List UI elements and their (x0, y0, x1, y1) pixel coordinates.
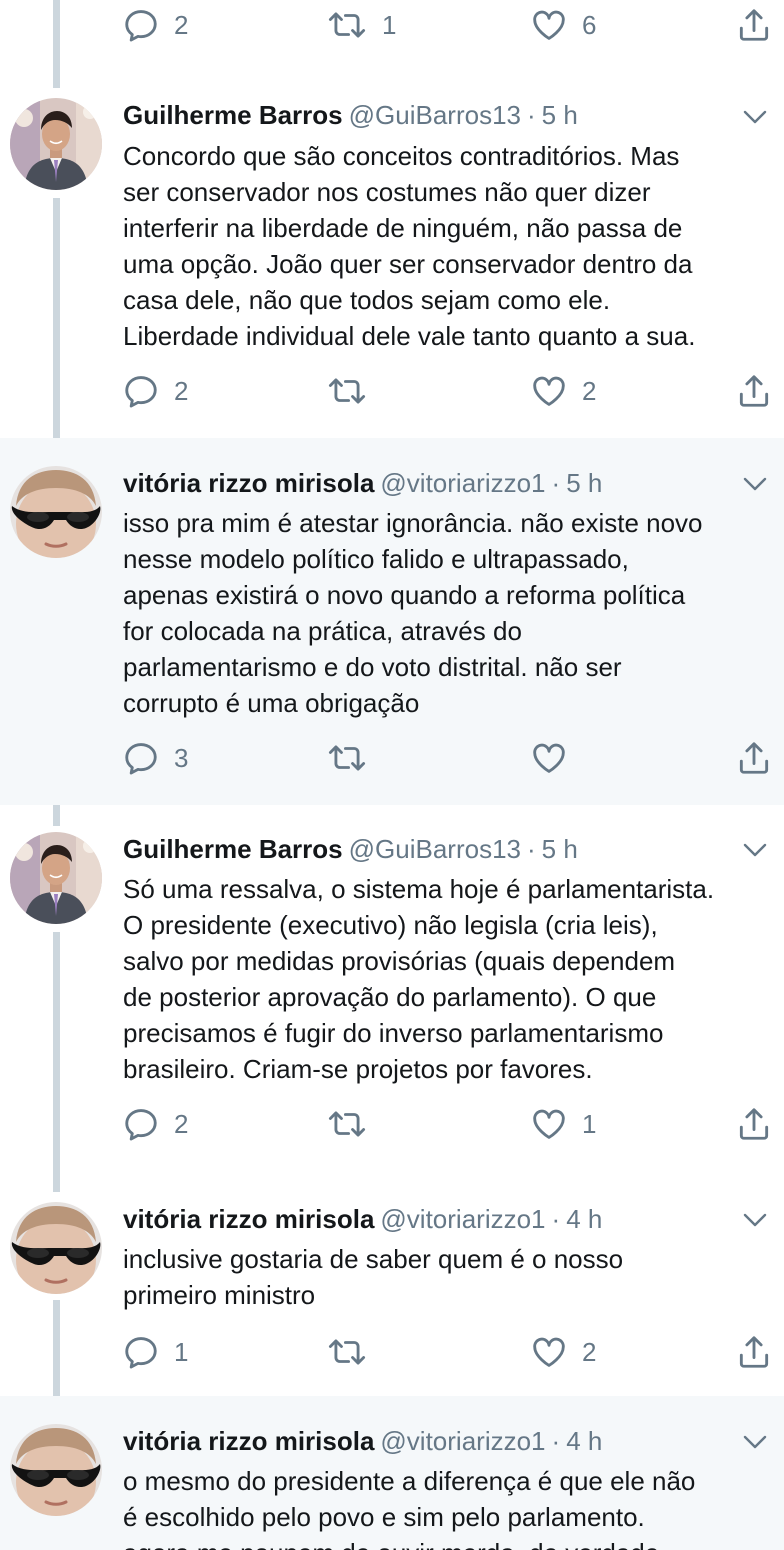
reply-count: 2 (174, 375, 189, 406)
avatar[interactable] (10, 466, 102, 558)
timestamp[interactable]: 4 h (566, 1426, 602, 1456)
reply-icon (122, 1333, 160, 1371)
tweet-text: Concordo que são conceitos contraditório… (123, 141, 696, 351)
like-count: 1 (582, 1108, 597, 1139)
retweet-button[interactable] (326, 371, 382, 411)
tweet-actions: 2 2 (0, 371, 784, 411)
separator: · (527, 834, 536, 864)
chevron-down-icon[interactable] (738, 838, 772, 862)
reply-button[interactable]: 1 (122, 1332, 188, 1372)
tweet-text: Só uma ressalva, o sistema hoje é parlam… (123, 874, 715, 1084)
reply-icon (122, 1105, 160, 1143)
retweet-icon (326, 1333, 368, 1371)
timestamp[interactable]: 5 h (542, 834, 578, 864)
retweet-count: 1 (382, 9, 397, 40)
reply-button[interactable]: 2 (122, 371, 188, 411)
reply-button[interactable]: 3 (122, 738, 188, 778)
heart-icon (530, 1105, 568, 1143)
avatar[interactable] (10, 832, 102, 924)
user-handle[interactable]: @vitoriarizzo1 (380, 1426, 545, 1456)
display-name[interactable]: Guilherme Barros (123, 834, 343, 864)
chevron-down-icon[interactable] (738, 105, 772, 129)
like-count: 6 (582, 9, 597, 40)
reply-icon (122, 6, 160, 44)
retweet-icon (326, 372, 368, 410)
reply-button[interactable]: 2 (122, 1104, 188, 1144)
user-handle[interactable]: @GuiBarros13 (349, 100, 521, 130)
separator: · (527, 100, 536, 130)
reply-count: 1 (174, 1336, 189, 1367)
like-count: 2 (582, 1336, 597, 1367)
tweet-header: vitória rizzo mirisola @vitoriarizzo1 · 4 h (123, 1202, 602, 1236)
tweet-text: isso pra mim é atestar ignorância. não e… (123, 508, 703, 718)
display-name[interactable]: vitória rizzo mirisola (123, 1426, 374, 1456)
separator: · (551, 1426, 561, 1456)
retweet-icon (326, 1105, 368, 1143)
heart-icon (530, 6, 568, 44)
share-button[interactable] (735, 1104, 773, 1144)
share-button[interactable] (735, 738, 773, 778)
reply-count: 2 (174, 9, 189, 40)
tweet-actions: 2 1 (0, 1104, 784, 1144)
retweet-icon (326, 6, 368, 44)
display-name[interactable]: vitória rizzo mirisola (123, 1204, 374, 1234)
timestamp[interactable]: 5 h (542, 100, 578, 130)
share-icon (735, 6, 773, 44)
display-name[interactable]: Guilherme Barros (123, 100, 343, 130)
user-handle[interactable]: @vitoriarizzo1 (380, 1204, 545, 1234)
tweet-actions: 1 2 (0, 1332, 784, 1372)
timestamp[interactable]: 5 h (566, 468, 602, 498)
like-button[interactable] (530, 738, 582, 778)
retweet-button[interactable] (326, 738, 382, 778)
like-button[interactable]: 2 (530, 371, 596, 411)
tweet-actions: 2 1 6 (0, 5, 784, 45)
separator: · (551, 468, 561, 498)
user-handle[interactable]: @vitoriarizzo1 (380, 468, 545, 498)
tweet-header: vitória rizzo mirisola @vitoriarizzo1 · 4 h (123, 1424, 602, 1458)
reply-icon (122, 372, 160, 410)
heart-icon (530, 739, 568, 777)
separator: · (551, 1204, 561, 1234)
thread-line (53, 932, 60, 1192)
like-button[interactable]: 6 (530, 5, 596, 45)
share-icon (735, 372, 773, 410)
tweet-text: inclusive gostaria de saber quem é o nos… (123, 1244, 624, 1310)
reply-count: 3 (174, 742, 189, 773)
heart-icon (530, 1333, 568, 1371)
share-icon (735, 739, 773, 777)
share-icon (735, 1333, 773, 1371)
thread-line (53, 198, 60, 458)
reply-count: 2 (174, 1108, 189, 1139)
share-button[interactable] (735, 371, 773, 411)
share-icon (735, 1105, 773, 1143)
like-button[interactable]: 2 (530, 1332, 596, 1372)
avatar[interactable] (10, 98, 102, 190)
retweet-button[interactable] (326, 1332, 382, 1372)
tweet-actions: 3 (0, 738, 784, 778)
share-button[interactable] (735, 1332, 773, 1372)
timestamp[interactable]: 4 h (566, 1204, 602, 1234)
reply-button[interactable]: 2 (122, 5, 188, 45)
chevron-down-icon[interactable] (738, 1208, 772, 1232)
conversation-feed: 2 1 6 Guilherme Barros @GuiBarros13 · 5 h C… (0, 0, 784, 1550)
retweet-button[interactable] (326, 1104, 382, 1144)
tweet-text: o mesmo do presidente a diferença é que … (123, 1466, 696, 1550)
avatar[interactable] (10, 1202, 102, 1294)
avatar[interactable] (10, 1424, 102, 1516)
heart-icon (530, 372, 568, 410)
like-count: 2 (582, 375, 597, 406)
user-handle[interactable]: @GuiBarros13 (349, 834, 521, 864)
like-button[interactable]: 1 (530, 1104, 596, 1144)
retweet-icon (326, 739, 368, 777)
tweet-header: vitória rizzo mirisola @vitoriarizzo1 · 5 h (123, 466, 602, 500)
tweet-header: Guilherme Barros @GuiBarros13 · 5 h (123, 98, 578, 132)
reply-icon (122, 739, 160, 777)
chevron-down-icon[interactable] (738, 472, 772, 496)
retweet-button[interactable]: 1 (326, 5, 396, 45)
chevron-down-icon[interactable] (738, 1430, 772, 1454)
display-name[interactable]: vitória rizzo mirisola (123, 468, 374, 498)
tweet-header: Guilherme Barros @GuiBarros13 · 5 h (123, 832, 578, 866)
share-button[interactable] (735, 5, 773, 45)
